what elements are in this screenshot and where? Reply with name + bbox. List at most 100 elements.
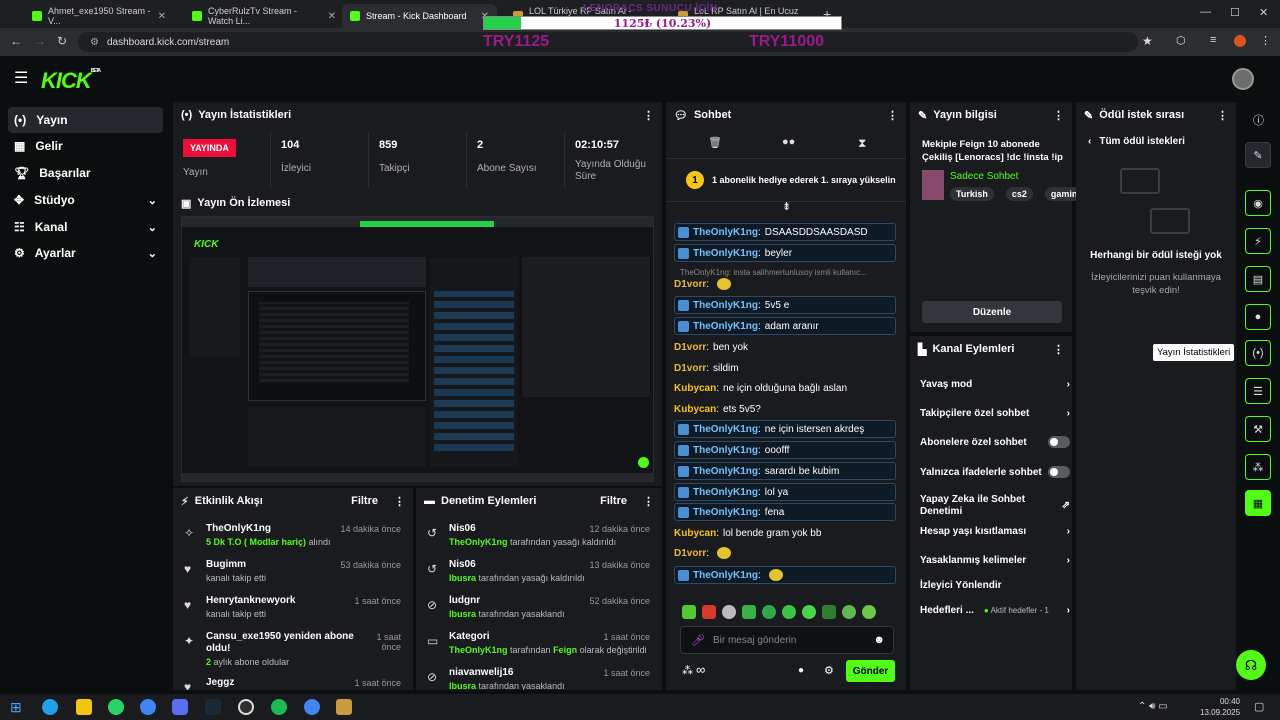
pinned-gift-banner[interactable]: 1 1 abonelik hediye ederek 1. sıraya yük… [666, 158, 906, 202]
activity-user[interactable]: Bugimm [206, 559, 246, 570]
emote-icon[interactable] [722, 605, 736, 619]
raid-item[interactable]: İzleyici Yönlendir [920, 575, 1070, 595]
chat-message[interactable]: TheOnlyK1ng: adam aranır [674, 317, 896, 335]
goals-item[interactable]: Hedefleri ... ● Aktif hedefler - 1 › [920, 600, 1070, 620]
panel-toggle-activity[interactable]: ⚡︎ [1245, 228, 1271, 254]
support-chat-button[interactable]: ☊ [1236, 650, 1266, 680]
spotify-icon[interactable] [271, 699, 287, 715]
edit-layout-button[interactable]: ✎ [1245, 142, 1271, 168]
scroll-down-icon[interactable]: ⇟ [782, 200, 791, 213]
sidebar-item-channel[interactable]: ☷ Kanal ⌄ [8, 214, 163, 240]
chat-username[interactable]: Kubycan [674, 383, 716, 394]
chrome-icon[interactable] [140, 699, 156, 715]
discord-icon[interactable] [172, 699, 188, 715]
reload-icon[interactable]: ↻ [57, 34, 67, 48]
close-icon[interactable]: ✕ [158, 11, 166, 22]
all-rewards-link[interactable]: ‹ Tüm ödül istekleri [1088, 136, 1185, 147]
clock[interactable]: 00:40 13.09.2025 [1200, 696, 1240, 718]
chat-username[interactable]: Kubycan [674, 528, 716, 539]
followers-only-item[interactable]: Takipçilere özel sohbet › [920, 403, 1070, 423]
category-thumbnail[interactable] [922, 170, 944, 200]
activity-user[interactable]: Cansu_exe1950 yeniden abone oldu! [206, 631, 356, 655]
close-window-icon[interactable]: ✕ [1259, 6, 1268, 19]
sidebar-item-stream[interactable]: (•) Yayın [8, 107, 163, 133]
tray-icons[interactable]: ⌃ 🔊︎ ▭ [1138, 701, 1168, 712]
panel-toggle-tools[interactable]: ⚒ [1245, 416, 1271, 442]
emote-icon[interactable] [762, 605, 776, 619]
chat-username[interactable]: D1vorr [674, 279, 706, 290]
panel-toggle-info[interactable]: ▤ [1245, 266, 1271, 292]
forward-icon[interactable]: → [34, 34, 46, 48]
league-client-icon[interactable] [336, 699, 352, 715]
steam-icon[interactable] [205, 699, 221, 715]
emoji-icon[interactable]: ☻ [873, 634, 885, 646]
activity-user[interactable]: Henrytanknewyork [206, 595, 295, 606]
emote-icon[interactable] [842, 605, 856, 619]
activity-user[interactable]: TheOnlyK1ng [206, 523, 271, 534]
chat-username[interactable]: TheOnlyK1ng [693, 487, 758, 498]
filter-button[interactable]: Filtre [351, 495, 378, 507]
profile-icon[interactable] [1234, 35, 1246, 47]
panel-toggle-moderation[interactable]: ☰ [1245, 378, 1271, 404]
browser-tab[interactable]: Ahmet_exe1950 Stream - V... ✕ [24, 4, 174, 28]
chat-username[interactable]: TheOnlyK1ng [693, 507, 758, 518]
more-options-icon[interactable]: ⋮ [394, 495, 405, 508]
slow-mode-item[interactable]: Yavaş mod › [920, 374, 1070, 394]
browser-tab-active[interactable]: Stream - Kick Dashboard✕ [342, 4, 497, 28]
sidebar-item-achievements[interactable]: 🏆︎ Başarılar [8, 160, 163, 186]
microphone-icon[interactable]: 🎤︎ [691, 634, 705, 647]
emote-icon[interactable] [782, 605, 796, 619]
moderation-target[interactable]: Nis06 [449, 523, 476, 534]
obs-icon[interactable] [238, 699, 254, 715]
windows-start-icon[interactable]: ⊞ [10, 699, 22, 716]
sidebar-item-revenue[interactable]: ▦ Gelir [8, 133, 163, 159]
emote-icon[interactable] [742, 605, 756, 619]
tag[interactable]: Turkish [950, 187, 994, 201]
chat-message[interactable]: Kubycan: lol bende gram yok bb [674, 524, 896, 542]
chat-message[interactable]: TheOnlyK1ng: beyler [674, 244, 896, 262]
bookmark-star-icon[interactable]: ★ [1142, 34, 1153, 48]
hourglass-icon[interactable]: ⧗ [858, 136, 866, 151]
panel-toggle-studio[interactable]: ▦ [1245, 490, 1271, 516]
moderation-target[interactable]: ludgnr [449, 595, 480, 606]
reading-list-icon[interactable]: ≡ [1210, 34, 1216, 46]
kick-points-icon[interactable]: ⁂ [682, 664, 693, 677]
chat-username[interactable]: TheOnlyK1ng [693, 466, 758, 477]
panel-toggle-stats[interactable]: (•) [1245, 340, 1271, 366]
banned-words-item[interactable]: Yasaklanmış kelimeler › [920, 550, 1070, 570]
chat-username[interactable]: Kubycan [674, 404, 716, 415]
chat-message[interactable]: D1vorr: [674, 544, 896, 562]
chat-message[interactable]: TheOnlyK1ng: fena [674, 503, 896, 521]
subscribers-only-toggle[interactable] [1048, 436, 1070, 448]
more-options-icon[interactable]: ⋮ [643, 109, 654, 122]
more-options-icon[interactable]: ⋮ [1053, 343, 1064, 356]
chat-username[interactable]: TheOnlyK1ng [693, 570, 758, 581]
stream-preview-video[interactable]: KICK [181, 216, 654, 482]
chat-settings-icon[interactable]: ●● [782, 136, 795, 148]
chat-message[interactable]: TheOnlyK1ng: lol ya [674, 483, 896, 501]
chat-bubble-icon[interactable]: ● [798, 665, 804, 676]
chat-input[interactable]: 🎤︎ Bir mesaj gönderin ☻ [680, 626, 894, 654]
panel-toggle-rewards[interactable]: ⁂ [1245, 454, 1271, 480]
filter-button[interactable]: Filtre [600, 495, 627, 507]
edge-icon[interactable] [42, 699, 58, 715]
back-icon[interactable]: ← [10, 34, 22, 48]
chat-message[interactable]: TheOnlyK1ng: ne için istersen akrdeş [674, 420, 896, 438]
subscribers-only-item[interactable]: Abonelere özel sohbet [920, 432, 1070, 452]
browser-tab[interactable]: CyberRulzTv Stream - Watch Li... ✕ [184, 4, 344, 28]
chat-message[interactable]: D1vorr: sildim [674, 359, 896, 377]
ai-moderation-item[interactable]: Yapay Zeka ile Sohbet Denetimi ⇗ [920, 492, 1070, 520]
emote-only-item[interactable]: Yalnızca ifadelerle sohbet [920, 462, 1070, 482]
sidebar-item-studio[interactable]: ✥ Stüdyo ⌄ [8, 187, 163, 213]
menu-dots-icon[interactable]: ⋮ [1260, 34, 1271, 47]
minimize-icon[interactable]: — [1200, 6, 1211, 18]
category-name[interactable]: Sadece Sohbet [950, 171, 1018, 182]
chat-message[interactable]: TheOnlyK1ng: DSAASDDSAASDASD [674, 223, 896, 241]
chat-username[interactable]: TheOnlyK1ng [693, 227, 758, 238]
chat-message[interactable]: D1vorr: ben yok [674, 338, 896, 356]
kick-logo[interactable]: KICKBETA [41, 68, 101, 94]
notifications-icon[interactable]: ▢ [1254, 700, 1264, 713]
maximize-icon[interactable]: ☐ [1230, 6, 1240, 19]
site-info-icon[interactable]: ⚙ [90, 37, 99, 48]
send-button[interactable]: Gönder [846, 660, 895, 682]
